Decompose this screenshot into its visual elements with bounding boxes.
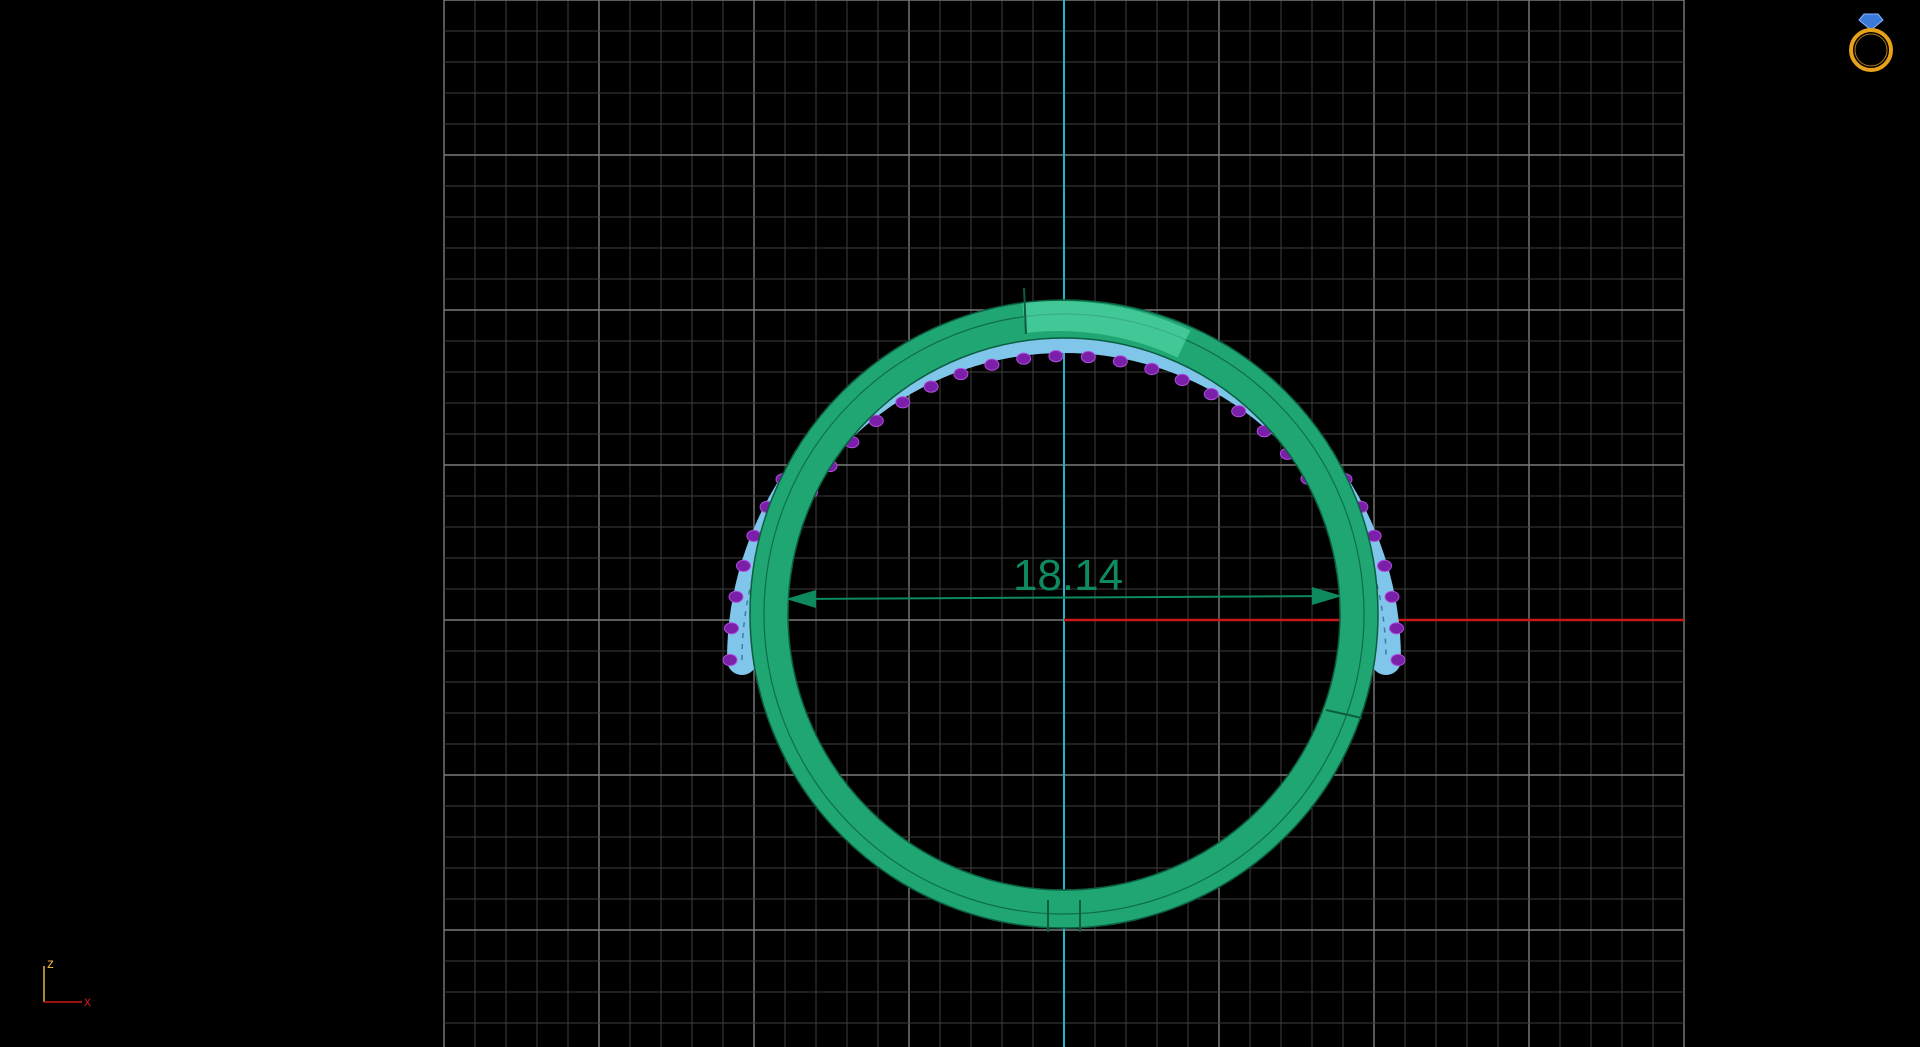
prong: [1203, 388, 1219, 401]
axis-label-z: z: [47, 955, 54, 971]
ring-icon: [1849, 28, 1893, 72]
prong: [984, 358, 1000, 371]
prong: [1384, 590, 1400, 603]
prong: [923, 380, 939, 393]
prong: [728, 590, 744, 603]
prong: [736, 559, 751, 573]
prong: [1144, 362, 1160, 375]
axis-label-x: x: [84, 993, 91, 1009]
prong: [895, 396, 911, 409]
prong: [1048, 350, 1064, 363]
prong: [1389, 622, 1404, 635]
prong: [1231, 405, 1247, 418]
prong: [1016, 352, 1032, 365]
prong: [722, 653, 738, 667]
dimension-arrow-left: [786, 590, 816, 608]
axis-gizmo-icon: z x: [43, 955, 91, 1009]
prong: [724, 622, 739, 635]
diameter-dimension[interactable]: 18.14: [786, 551, 1342, 608]
viewport-scene[interactable]: 18.14 z x: [0, 0, 1920, 1047]
dimension-arrow-right: [1312, 587, 1342, 605]
prong: [1390, 653, 1406, 667]
3d-viewport[interactable]: 18.14 z x: [0, 0, 1920, 1047]
dimension-value: 18.14: [1013, 551, 1123, 600]
diamond-gem-icon: [1858, 13, 1884, 31]
prong: [1377, 559, 1392, 573]
prong: [953, 367, 969, 381]
prong: [1174, 373, 1190, 386]
prong: [1112, 355, 1128, 368]
prong: [1080, 350, 1096, 364]
ring-with-diamond-icon[interactable]: [1846, 10, 1896, 76]
